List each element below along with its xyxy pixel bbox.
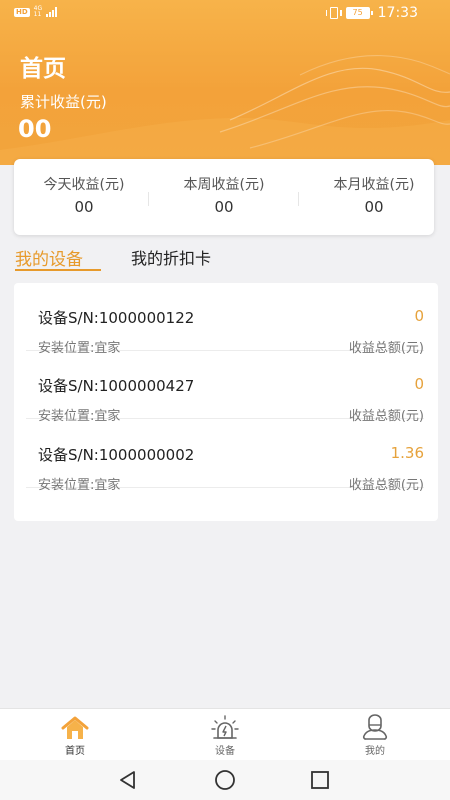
network-type: 4G 11 [34,6,42,18]
tabbar-item-home[interactable]: 首页 [0,709,150,761]
device-serial-number: 设备S/N:1000000122 [38,309,195,327]
device-serial-number: 设备S/N:1000000002 [38,446,195,464]
total-earnings-value: 00 [18,115,52,143]
device-earnings: 0 [414,307,424,325]
total-earnings-label: 累计收益(元) [20,93,107,111]
tabbar-label: 首页 [65,746,85,757]
stat-week: 本周收益(元) 00 [154,159,294,235]
stat-value: 00 [364,198,384,216]
recents-icon[interactable] [308,768,332,792]
device-location: 安装位置:宜家 [38,478,121,493]
earnings-summary-card: 今天收益(元) 00 本周收益(元) 00 本月收益(元) 00 [14,159,434,235]
tabbar-item-devices[interactable]: 设备 [150,709,300,761]
device-list: 设备S/N:1000000122 0 安装位置:宜家 收益总额(元) 设备S/N… [14,283,438,521]
home-circle-icon[interactable] [213,768,237,792]
device-list-item[interactable]: 设备S/N:1000000122 0 安装位置:宜家 收益总额(元) [26,283,424,356]
device-list-item[interactable]: 设备S/N:1000000427 0 安装位置:宜家 收益总额(元) [26,351,424,424]
bottom-tab-bar: 首页 设备 我的 [0,708,450,760]
profile-icon [362,714,388,740]
status-right: 75 17:33 [325,5,418,21]
tab-my-discount-cards[interactable]: 我的折扣卡 [131,245,211,269]
active-tab-indicator [15,269,101,271]
status-left: HD 4G 11 [14,6,58,18]
stat-label: 本周收益(元) [183,177,265,193]
stat-value: 00 [74,198,94,216]
device-total-label: 收益总额(元) [348,478,424,493]
home-icon [61,716,89,739]
stat-today: 今天收益(元) 00 [14,159,154,235]
status-bar: HD 4G 11 75 17:33 [0,0,450,26]
device-serial-number: 设备S/N:1000000427 [38,377,195,395]
device-earnings: 0 [414,375,424,393]
header: HD 4G 11 75 17:33 首页 累计收益(元) 00 [0,0,450,165]
page-title: 首页 [20,56,66,82]
system-nav-bar [0,760,450,800]
tabbar-item-profile[interactable]: 我的 [300,709,450,761]
stat-label: 今天收益(元) [43,177,125,193]
battery-icon: 75 [345,7,373,19]
tab-my-devices[interactable]: 我的设备 [15,245,83,270]
stat-divider [148,192,149,206]
device-earnings: 1.36 [390,444,424,462]
signal-icon [46,7,58,17]
vibrate-icon [325,7,342,19]
device-list-item[interactable]: 设备S/N:1000000002 1.36 安装位置:宜家 收益总额(元) [26,420,424,493]
network-bottom: 11 [33,11,42,18]
hd-badge: HD [14,7,30,17]
stat-divider [298,192,299,206]
status-time: 17:33 [377,5,418,21]
tabbar-label: 我的 [365,746,385,757]
stat-value: 00 [214,198,234,216]
back-icon[interactable] [116,768,140,792]
stat-month: 本月收益(元) 00 [304,159,444,235]
stat-label: 本月收益(元) [333,177,415,193]
tabbar-label: 设备 [215,746,235,757]
device-icon [211,715,239,739]
